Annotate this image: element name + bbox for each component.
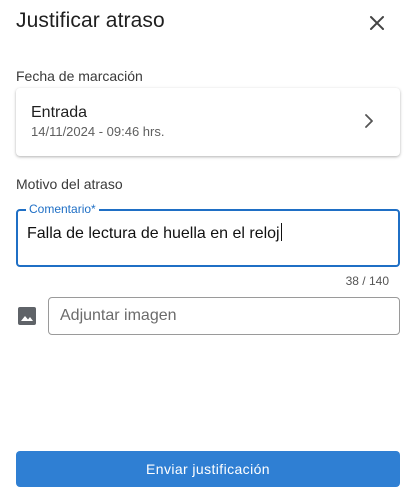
comment-label: Comentario* [26, 202, 99, 216]
image-icon[interactable] [17, 306, 37, 326]
marking-card[interactable]: Entrada 14/11/2024 - 09:46 hrs. [16, 88, 400, 156]
marking-section-label: Fecha de marcación [16, 68, 143, 84]
character-counter: 38 / 140 [345, 274, 389, 288]
dialog-header: Justificar atraso [0, 0, 416, 44]
marking-datetime: 14/11/2024 - 09:46 hrs. [31, 124, 165, 139]
page-title: Justificar atraso [16, 9, 165, 32]
attach-image-placeholder: Adjuntar imagen [60, 307, 177, 324]
chevron-right-icon [365, 114, 373, 128]
close-button[interactable] [364, 10, 390, 36]
reason-section-label: Motivo del atraso [16, 176, 123, 192]
comment-field[interactable]: Comentario* Falla de lectura de huella e… [16, 202, 400, 267]
comment-input[interactable]: Falla de lectura de huella en el reloj [27, 223, 282, 243]
comment-value: Falla de lectura de huella en el reloj [27, 225, 280, 242]
close-icon [370, 16, 384, 30]
attach-image-field[interactable]: Adjuntar imagen [48, 297, 400, 335]
marking-type: Entrada [31, 104, 88, 121]
submit-button[interactable]: Enviar justificación [16, 451, 400, 487]
text-caret [280, 223, 282, 241]
